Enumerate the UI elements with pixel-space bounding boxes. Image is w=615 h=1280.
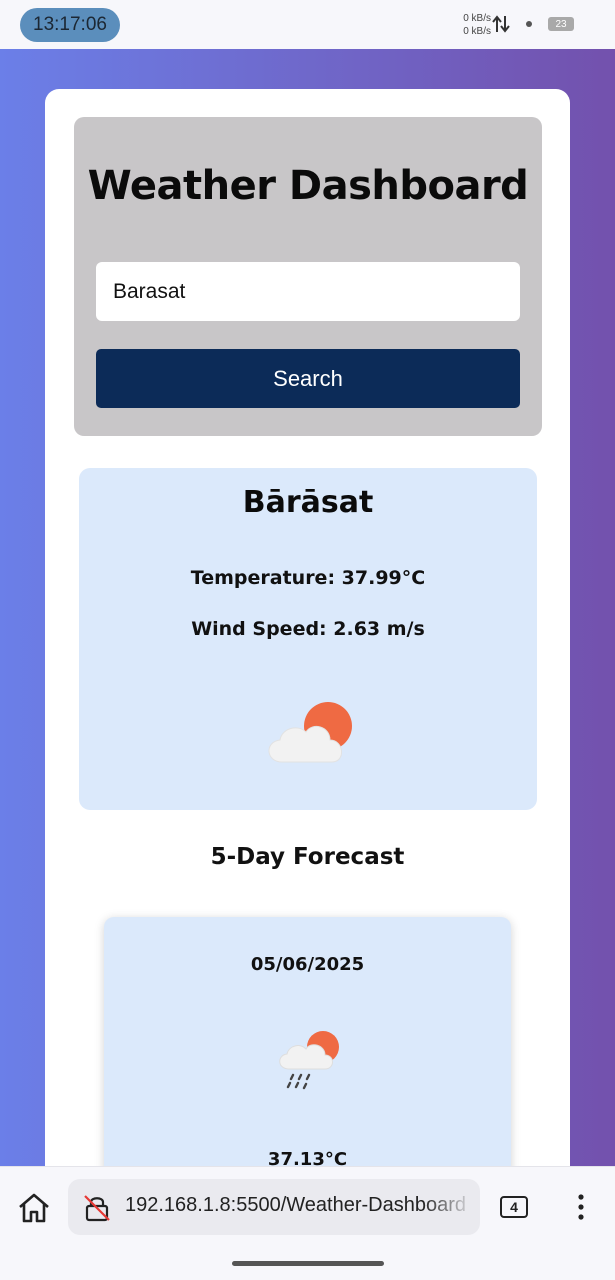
battery-icon: 23 [548,17,574,31]
dashboard-container: Weather Dashboard Search Bārāsat Tempera… [45,89,570,1237]
current-wind-speed: Wind Speed: 2.63 m/s [191,618,425,640]
home-icon[interactable] [15,1189,53,1227]
partly-cloudy-icon [268,702,352,763]
current-temperature: Temperature: 37.99°C [190,567,426,589]
net-down-speed: 0 kB/s [463,26,491,37]
network-speed: 0 kB/s 0 kB/s [451,12,491,38]
current-weather-card: Bārāsat Temperature: 37.99°C Wind Speed:… [79,468,537,810]
url-text[interactable]: 192.168.1.8:5500/Weather-Dashboard [125,1194,475,1217]
search-panel: Weather Dashboard Search [74,117,542,436]
rain-cloud-sun-icon [279,1031,339,1090]
city-search-input[interactable] [96,262,520,321]
forecast-date: 05/06/2025 [250,954,365,975]
more-menu-icon[interactable] [571,1191,591,1223]
city-name: Bārāsat [242,485,374,520]
notification-dot-icon [526,21,532,27]
clock: 13:17:06 [20,8,120,42]
gesture-handle[interactable] [232,1261,384,1266]
net-up-speed: 0 kB/s [463,13,491,24]
page-title: Weather Dashboard [87,163,529,209]
forecast-title: 5-Day Forecast [210,844,405,870]
address-bar[interactable]: 192.168.1.8:5500/Weather-Dashboard [68,1179,480,1235]
browser-toolbar: 192.168.1.8:5500/Weather-Dashboard 4 [0,1166,615,1280]
insecure-lock-icon[interactable] [82,1193,112,1223]
search-button[interactable]: Search [96,349,520,408]
tab-switcher-button[interactable]: 4 [500,1196,528,1218]
status-bar: 13:17:06 0 kB/s 0 kB/s 23 [0,0,615,49]
data-transfer-icon [492,15,510,33]
